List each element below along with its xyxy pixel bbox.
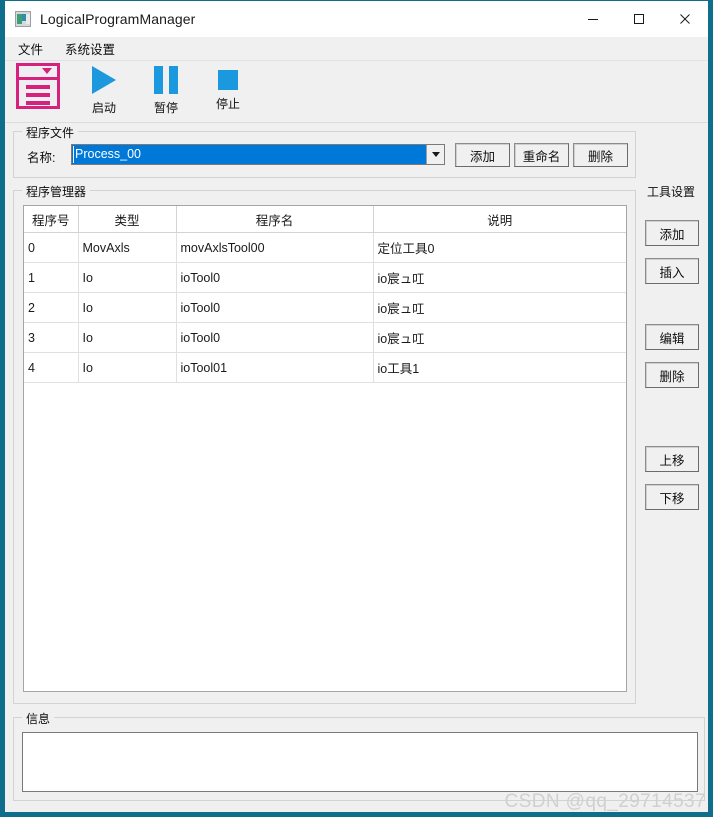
toolbar-label-start: 启动 — [91, 101, 116, 115]
table-row[interactable]: 4 Io ioTool01 io工具1 — [24, 352, 626, 383]
window-controls — [570, 1, 708, 37]
delete-program-file-button[interactable]: 删除 — [573, 143, 628, 167]
toolbar-label-stop: 停止 — [215, 97, 240, 111]
program-file-legend: 程序文件 — [22, 124, 79, 141]
cell-index: 1 — [24, 262, 79, 293]
program-manager-group: 程序管理器 程序号 类型 程序名 说明 0 MovAxls movAxlsToo… — [13, 183, 636, 704]
cell-description: io工具1 — [373, 352, 626, 383]
title-bar: LogicalProgramManager — [5, 1, 708, 37]
close-button[interactable] — [662, 1, 708, 37]
cell-index: 3 — [24, 322, 79, 353]
info-legend: 信息 — [22, 710, 55, 727]
table-row[interactable]: 3 Io ioTool0 io宸ュ叿 — [24, 322, 626, 353]
move-up-button[interactable]: 上移 — [645, 446, 699, 472]
cell-program: movAxlsTool00 — [176, 232, 374, 263]
menu-bar: 文件 系统设置 — [5, 37, 708, 61]
maximize-icon — [633, 13, 645, 25]
cell-type: Io — [78, 292, 177, 323]
cell-program: ioTool0 — [176, 292, 374, 323]
cell-type: Io — [78, 262, 177, 293]
close-icon — [679, 13, 691, 25]
program-table[interactable]: 程序号 类型 程序名 说明 0 MovAxls movAxlsTool00 定位… — [23, 205, 627, 692]
cell-index: 4 — [24, 352, 79, 383]
cell-description: io宸ュ叿 — [373, 292, 626, 323]
toolbar-button-start[interactable]: 启动 — [73, 61, 135, 119]
minimize-button[interactable] — [570, 1, 616, 37]
table-row[interactable]: 0 MovAxls movAxlsTool00 定位工具0 — [24, 232, 626, 263]
column-header-index[interactable]: 程序号 — [24, 206, 79, 233]
column-header-type[interactable]: 类型 — [78, 206, 177, 233]
cell-program: ioTool0 — [176, 262, 374, 293]
program-file-group: 程序文件 名称: Process_00 添加 重命名 删除 — [13, 124, 636, 178]
stop-icon — [218, 70, 238, 90]
list-form-icon — [16, 63, 60, 109]
program-table-element: 程序号 类型 程序名 说明 0 MovAxls movAxlsTool00 定位… — [24, 206, 626, 383]
cell-type: MovAxls — [78, 232, 177, 263]
delete-tool-button[interactable]: 删除 — [645, 362, 699, 388]
cell-program: ioTool0 — [176, 322, 374, 353]
window-form-icon — [15, 11, 31, 27]
program-name-combobox-value: Process_00 — [72, 145, 426, 164]
chevron-down-icon[interactable] — [426, 145, 444, 164]
table-header-row: 程序号 类型 程序名 说明 — [24, 206, 626, 233]
info-textarea[interactable] — [22, 732, 698, 792]
toolbar: 启动 暂停 停止 — [5, 61, 708, 123]
cell-index: 2 — [24, 292, 79, 323]
edit-tool-button[interactable]: 编辑 — [645, 324, 699, 350]
program-manager-legend: 程序管理器 — [22, 183, 91, 200]
name-label: 名称: — [27, 151, 56, 165]
program-name-combobox[interactable]: Process_00 — [71, 144, 445, 165]
cell-description: 定位工具0 — [373, 232, 626, 263]
move-down-button[interactable]: 下移 — [645, 484, 699, 510]
cell-index: 0 — [24, 232, 79, 263]
add-tool-button[interactable]: 添加 — [645, 220, 699, 246]
column-header-program[interactable]: 程序名 — [176, 206, 374, 233]
tool-settings-legend: 工具设置 — [643, 183, 700, 200]
minimize-icon — [587, 13, 599, 25]
info-group: 信息 — [13, 710, 705, 801]
toolbar-button-stop[interactable]: 停止 — [197, 61, 259, 119]
toolbar-button-pause[interactable]: 暂停 — [135, 61, 197, 119]
tool-settings-group: 工具设置 添加 插入 编辑 删除 上移 下移 — [643, 183, 705, 562]
application-window: LogicalProgramManager 文件 系统设置 启动 暂停 停止 程… — [0, 0, 713, 817]
cell-description: io宸ュ叿 — [373, 262, 626, 293]
insert-tool-button[interactable]: 插入 — [645, 258, 699, 284]
client-area: 程序文件 名称: Process_00 添加 重命名 删除 程序管理器 程序号 … — [5, 123, 708, 812]
table-row[interactable]: 1 Io ioTool0 io宸ュ叿 — [24, 262, 626, 293]
menu-item-file[interactable]: 文件 — [14, 37, 51, 61]
column-header-description[interactable]: 说明 — [373, 206, 626, 233]
play-icon — [92, 66, 116, 94]
maximize-button[interactable] — [616, 1, 662, 37]
toolbar-button-program-list[interactable] — [13, 61, 63, 119]
menu-item-system-settings[interactable]: 系统设置 — [61, 37, 123, 61]
cell-description: io宸ュ叿 — [373, 322, 626, 353]
toolbar-label-pause: 暂停 — [153, 101, 178, 115]
window-title: LogicalProgramManager — [40, 11, 196, 27]
rename-program-file-button[interactable]: 重命名 — [514, 143, 569, 167]
cell-type: Io — [78, 322, 177, 353]
table-row[interactable]: 2 Io ioTool0 io宸ュ叿 — [24, 292, 626, 323]
cell-program: ioTool01 — [176, 352, 374, 383]
pause-icon — [154, 66, 178, 94]
cell-type: Io — [78, 352, 177, 383]
add-program-file-button[interactable]: 添加 — [455, 143, 510, 167]
